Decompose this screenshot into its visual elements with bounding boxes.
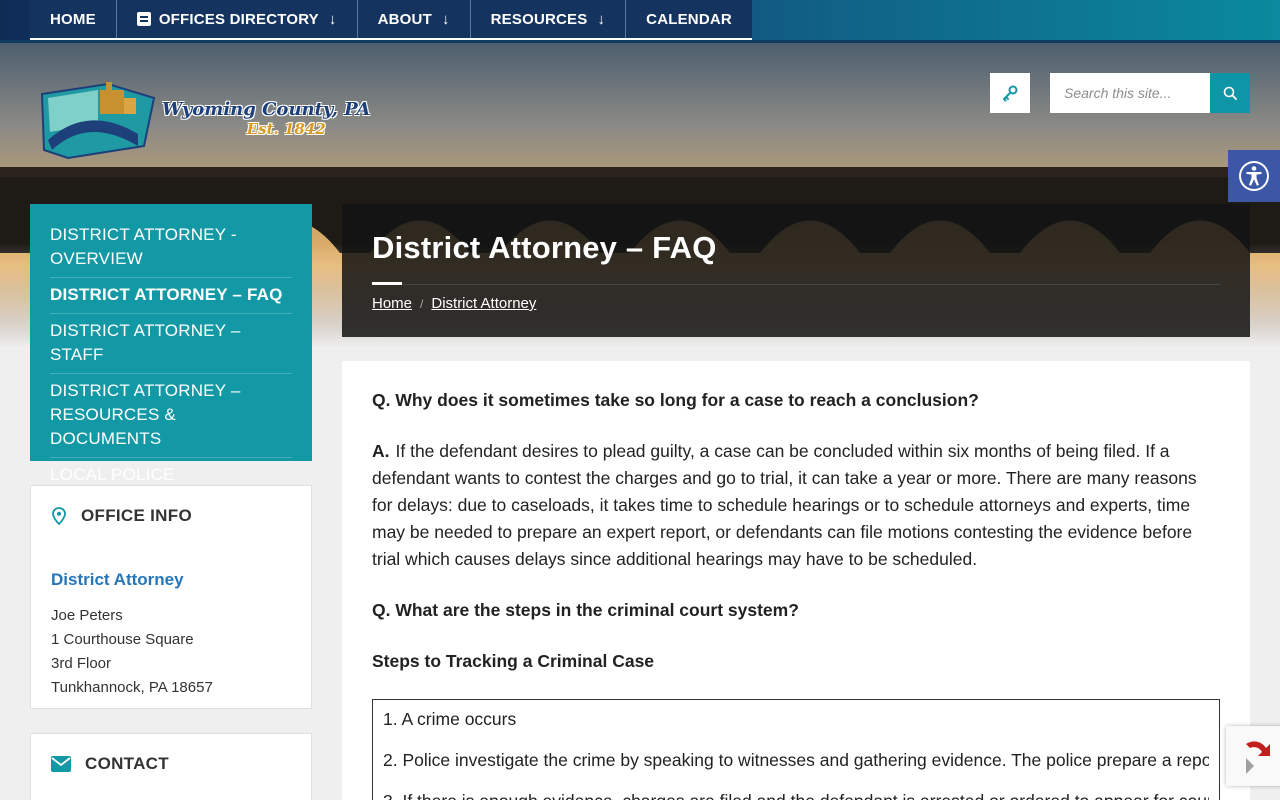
page-title: District Attorney – FAQ <box>372 230 717 265</box>
office-line: Tunkhannock, PA 18657 <box>51 679 213 696</box>
arrow-down-icon: ↓ <box>328 10 337 28</box>
logo-name: Wyoming County, PA <box>162 98 371 120</box>
step-item: 1. A crime occurs <box>383 709 517 729</box>
recaptcha-badge[interactable] <box>1226 726 1280 786</box>
contact-heading: CONTACT <box>85 754 169 773</box>
faq-answer: A. If the defendant desires to plead guil… <box>372 438 1220 573</box>
office-info-card: OFFICE INFO District Attorney Joe Peters… <box>30 485 312 709</box>
county-logo[interactable]: Wyoming County, PA Est. 1842 <box>38 80 370 162</box>
nav-resources[interactable]: RESOURCES ↓ <box>471 0 627 38</box>
breadcrumb: Home / District Attorney <box>372 295 1220 312</box>
office-title-link[interactable]: District Attorney <box>51 570 291 590</box>
logo-text: Wyoming County, PA Est. 1842 <box>162 99 370 138</box>
nav-label: CALENDAR <box>646 10 732 28</box>
contact-card: CONTACT <box>30 733 312 800</box>
arrow-down-icon: ↓ <box>597 10 606 28</box>
step-item: 3. If there is enough evidence, charges … <box>383 788 1209 800</box>
nav-label: OFFICES DIRECTORY <box>158 10 319 28</box>
sidebar-item-overview[interactable]: DISTRICT ATTORNEY - OVERVIEW <box>50 218 292 278</box>
steps-heading: Steps to Tracking a Criminal Case <box>372 651 655 671</box>
nav-label: RESOURCES <box>490 10 588 28</box>
office-line: Joe Peters <box>51 607 123 624</box>
nav-label: HOME <box>50 10 96 28</box>
search-button[interactable] <box>1210 73 1250 113</box>
faq-question: Q. What are the steps in the criminal co… <box>372 600 799 620</box>
office-line: 1 Courthouse Square <box>51 631 194 648</box>
steps-table: 1. A crime occurs 2. Police investigate … <box>372 699 1220 800</box>
contact-header: CONTACT <box>31 734 311 774</box>
search-icon <box>1223 86 1237 100</box>
login-key-button[interactable] <box>990 73 1030 113</box>
nav-about[interactable]: ABOUT ↓ <box>358 0 471 38</box>
key-icon <box>1003 85 1018 102</box>
recaptcha-icon <box>1246 741 1270 774</box>
sidebar-item-staff[interactable]: DISTRICT ATTORNEY – STAFF <box>50 314 292 374</box>
nav-calendar[interactable]: CALENDAR <box>626 0 752 38</box>
step-item: 2. Police investigate the crime by speak… <box>383 750 1209 770</box>
breadcrumb-separator: / <box>420 296 424 311</box>
main-nav: HOME OFFICES DIRECTORY ↓ ABOUT ↓ RESOURC… <box>30 0 752 40</box>
title-divider <box>372 282 1220 285</box>
faq-content: Q. Why does it sometimes take so long fo… <box>342 361 1250 800</box>
sidebar-item-resources[interactable]: DISTRICT ATTORNEY – RESOURCES & DOCUMENT… <box>50 374 292 458</box>
top-bar: HOME OFFICES DIRECTORY ↓ ABOUT ↓ RESOURC… <box>0 0 1280 43</box>
sidebar-item-faq[interactable]: DISTRICT ATTORNEY – FAQ <box>50 278 292 314</box>
document-list-icon <box>136 12 151 26</box>
breadcrumb-district-attorney[interactable]: District Attorney <box>431 295 536 312</box>
search-input[interactable] <box>1050 73 1210 113</box>
accessibility-button[interactable] <box>1228 150 1280 202</box>
arrow-down-icon: ↓ <box>441 10 450 28</box>
answer-text: If the defendant desires to plead guilty… <box>372 441 1197 569</box>
faq-question: Q. Why does it sometimes take so long fo… <box>372 390 979 410</box>
answer-label: A. <box>372 441 390 461</box>
nav-home[interactable]: HOME <box>30 0 117 38</box>
breadcrumb-home[interactable]: Home <box>372 295 412 312</box>
nav-offices-directory[interactable]: OFFICES DIRECTORY ↓ <box>117 0 358 38</box>
envelope-icon <box>51 756 71 772</box>
page-title-banner: District Attorney – FAQ Home / District … <box>342 204 1250 337</box>
accessibility-icon <box>1239 161 1269 191</box>
nav-label: ABOUT <box>377 10 432 28</box>
sidebar-menu: DISTRICT ATTORNEY - OVERVIEW DISTRICT AT… <box>30 204 312 508</box>
county-seal-icon <box>40 82 156 160</box>
logo-est: Est. 1842 <box>246 119 326 138</box>
office-line: 3rd Floor <box>51 655 112 672</box>
office-info-header: OFFICE INFO <box>31 486 311 526</box>
office-address: Joe Peters 1 Courthouse Square 3rd Floor… <box>51 604 291 700</box>
map-pin-icon <box>52 507 66 525</box>
office-info-heading: OFFICE INFO <box>81 506 192 525</box>
